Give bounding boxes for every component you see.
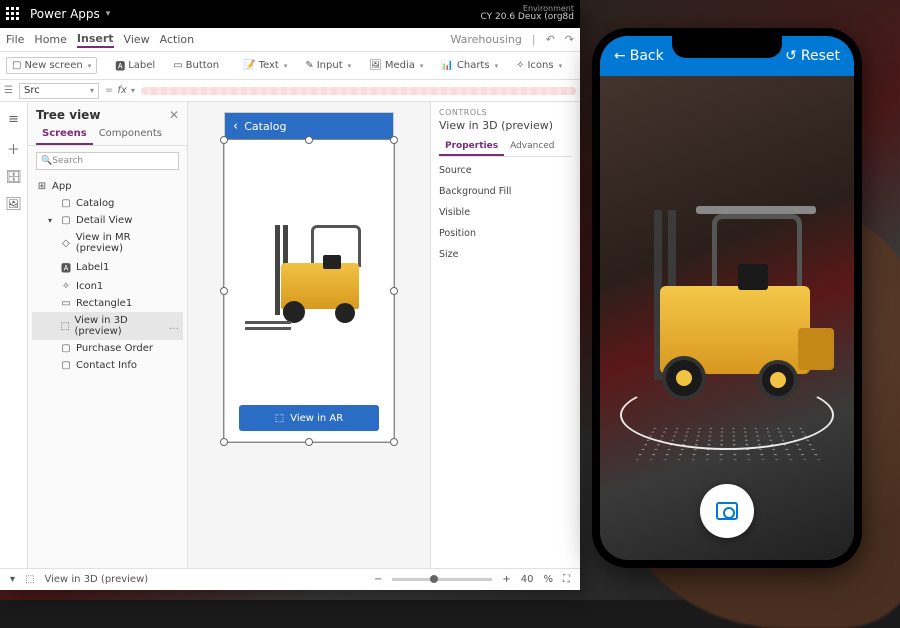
preview-title: Catalog <box>244 120 286 133</box>
formula-input[interactable] <box>141 87 576 95</box>
tree-node-detail-view[interactable]: ▾▢Detail View <box>32 212 183 229</box>
tree-node-contact-info[interactable]: ▢Contact Info <box>32 357 183 374</box>
insert-button-button[interactable]: ▭ Button <box>167 57 225 74</box>
tree-node-rectangle1[interactable]: ▭Rectangle1 <box>32 295 183 312</box>
props-section-label: CONTROLS <box>439 108 572 117</box>
media-pane-icon[interactable]: 🖼 <box>5 197 22 212</box>
insert-charts-menu[interactable]: 📊 Charts▾ <box>435 57 504 74</box>
formula-bar: ☰ Src▾ = fx▾ <box>0 80 580 102</box>
menu-view[interactable]: View <box>124 33 150 46</box>
properties-pane: CONTROLS View in 3D (preview) Properties… <box>430 102 580 568</box>
environment-picker[interactable]: Environment CY 20.6 Deux (org8d <box>481 5 574 24</box>
insert-media-menu[interactable]: 🖼 Media▾ <box>363 57 429 74</box>
powerapps-studio-window: Power Apps ▾ Environment CY 20.6 Deux (o… <box>0 0 580 590</box>
tree-node-icon1[interactable]: ✧Icon1 <box>32 278 183 295</box>
property-selector[interactable]: Src▾ <box>19 83 99 99</box>
menu-insert[interactable]: Insert <box>77 32 114 48</box>
undo-icon[interactable]: ↶ <box>546 33 555 46</box>
arrow-left-icon: ← <box>614 48 626 64</box>
fit-to-window-icon[interactable]: ⛶ <box>563 574 570 585</box>
phone-reset-button[interactable]: ↺Reset <box>785 48 840 64</box>
status-bar: ▾ ⬚ View in 3D (preview) − + 40 % ⛶ <box>0 568 580 590</box>
tree: ⊞App ▢Catalog ▾▢Detail View ◇View in MR … <box>28 176 187 568</box>
resize-handle[interactable] <box>220 136 228 144</box>
camera-icon <box>716 502 738 520</box>
zoom-slider[interactable] <box>392 578 492 581</box>
ar-viewport[interactable] <box>600 76 854 560</box>
prop-source[interactable]: Source <box>439 165 572 176</box>
tab-screens[interactable]: Screens <box>36 124 93 145</box>
menu-home[interactable]: Home <box>34 33 66 46</box>
app-preview[interactable]: ‹ Catalog ⬚ View in AR <box>224 112 394 442</box>
tree-tabs: Screens Components <box>28 124 187 146</box>
environment-name: CY 20.6 Deux (org8d <box>481 13 574 23</box>
zoom-in-button[interactable]: + <box>502 574 510 585</box>
resize-handle[interactable] <box>390 438 398 446</box>
ar-placement-ring <box>620 380 834 450</box>
close-icon[interactable]: ✕ <box>169 108 179 122</box>
tab-advanced[interactable]: Advanced <box>504 138 560 156</box>
prop-size[interactable]: Size <box>439 249 572 260</box>
insert-label-button[interactable]: 🅰 Label <box>109 55 161 76</box>
redo-icon[interactable]: ↷ <box>565 33 574 46</box>
prop-position[interactable]: Position <box>439 228 572 239</box>
tab-properties[interactable]: Properties <box>439 138 504 156</box>
phone-notch <box>672 36 782 58</box>
selection-frame <box>223 139 395 443</box>
resize-handle[interactable] <box>390 287 398 295</box>
file-menu: File Home Insert View Action Warehousing… <box>0 28 580 52</box>
cube-icon: ⬚ <box>25 574 34 585</box>
resize-handle[interactable] <box>305 136 313 144</box>
insert-icons-menu[interactable]: ✧ Icons▾ <box>510 57 568 74</box>
insert-input-menu[interactable]: ✎ Input▾ <box>299 57 357 74</box>
app-name-field[interactable]: Warehousing <box>450 33 521 46</box>
zoom-value: 40 <box>521 574 534 585</box>
phone-back-button[interactable]: ←Back <box>614 48 664 64</box>
menu-action[interactable]: Action <box>160 33 194 46</box>
capture-button[interactable] <box>700 484 754 538</box>
title-bar: Power Apps ▾ Environment CY 20.6 Deux (o… <box>0 0 580 28</box>
resize-handle[interactable] <box>305 438 313 446</box>
back-chevron-icon[interactable]: ‹ <box>233 119 238 134</box>
props-control-name: View in 3D (preview) <box>439 119 572 132</box>
app-title: Power Apps <box>30 7 100 21</box>
chevron-down-icon[interactable]: ▾ <box>10 574 15 585</box>
tree-node-app[interactable]: ⊞App <box>32 178 183 195</box>
refresh-icon: ↺ <box>785 48 797 64</box>
new-screen-button[interactable]: ▢ New screen▾ <box>6 57 97 74</box>
resize-handle[interactable] <box>390 136 398 144</box>
tree-view-pane: Tree view ✕ Screens Components 🔍 Search ⊞… <box>28 102 188 568</box>
prop-visible[interactable]: Visible <box>439 207 572 218</box>
tree-node-label1[interactable]: 🅰Label1 <box>32 257 183 278</box>
tree-view-icon[interactable]: ≡ <box>8 112 19 127</box>
insert-pane-icon[interactable]: ＋ <box>7 139 20 158</box>
left-rail: ≡ ＋ 🗄 🖼 <box>0 102 28 568</box>
canvas-area[interactable]: ‹ Catalog ⬚ View in AR <box>188 102 430 568</box>
insert-custom-menu[interactable]: ⊞ Custom▾ <box>574 57 580 74</box>
chevron-down-icon[interactable]: ▾ <box>106 9 111 19</box>
app-launcher-icon[interactable] <box>6 7 20 21</box>
tree-node-view-in-mr[interactable]: ◇View in MR (preview) <box>32 229 183 257</box>
fx-icon: fx <box>117 85 126 96</box>
tab-components[interactable]: Components <box>93 124 168 145</box>
data-pane-icon[interactable]: 🗄 <box>5 170 22 185</box>
tree-node-purchase-order[interactable]: ▢Purchase Order <box>32 340 183 357</box>
resize-handle[interactable] <box>220 438 228 446</box>
prop-background-fill[interactable]: Background Fill <box>439 186 572 197</box>
tree-node-catalog[interactable]: ▢Catalog <box>32 195 183 212</box>
tree-search-input[interactable]: 🔍 Search <box>36 152 179 170</box>
insert-text-menu[interactable]: 📝 Text▾ <box>237 57 293 74</box>
workspace: ≡ ＋ 🗄 🖼 Tree view ✕ Screens Components 🔍 … <box>0 102 580 568</box>
zoom-percent: % <box>543 574 553 585</box>
menu-file[interactable]: File <box>6 33 24 46</box>
resize-handle[interactable] <box>220 287 228 295</box>
status-selected-control: View in 3D (preview) <box>44 574 148 585</box>
zoom-out-button[interactable]: − <box>374 574 382 585</box>
tree-view-title: Tree view <box>36 108 100 122</box>
phone-device: ←Back ↺Reset <box>592 28 862 568</box>
tree-node-view-in-3d[interactable]: ⬚View in 3D (preview)… <box>32 312 183 340</box>
insert-ribbon: ▢ New screen▾ 🅰 Label ▭ Button 📝 Text▾ ✎… <box>0 52 580 80</box>
phone-mockup: ←Back ↺Reset <box>592 28 882 588</box>
phone-screen: ←Back ↺Reset <box>600 36 854 560</box>
